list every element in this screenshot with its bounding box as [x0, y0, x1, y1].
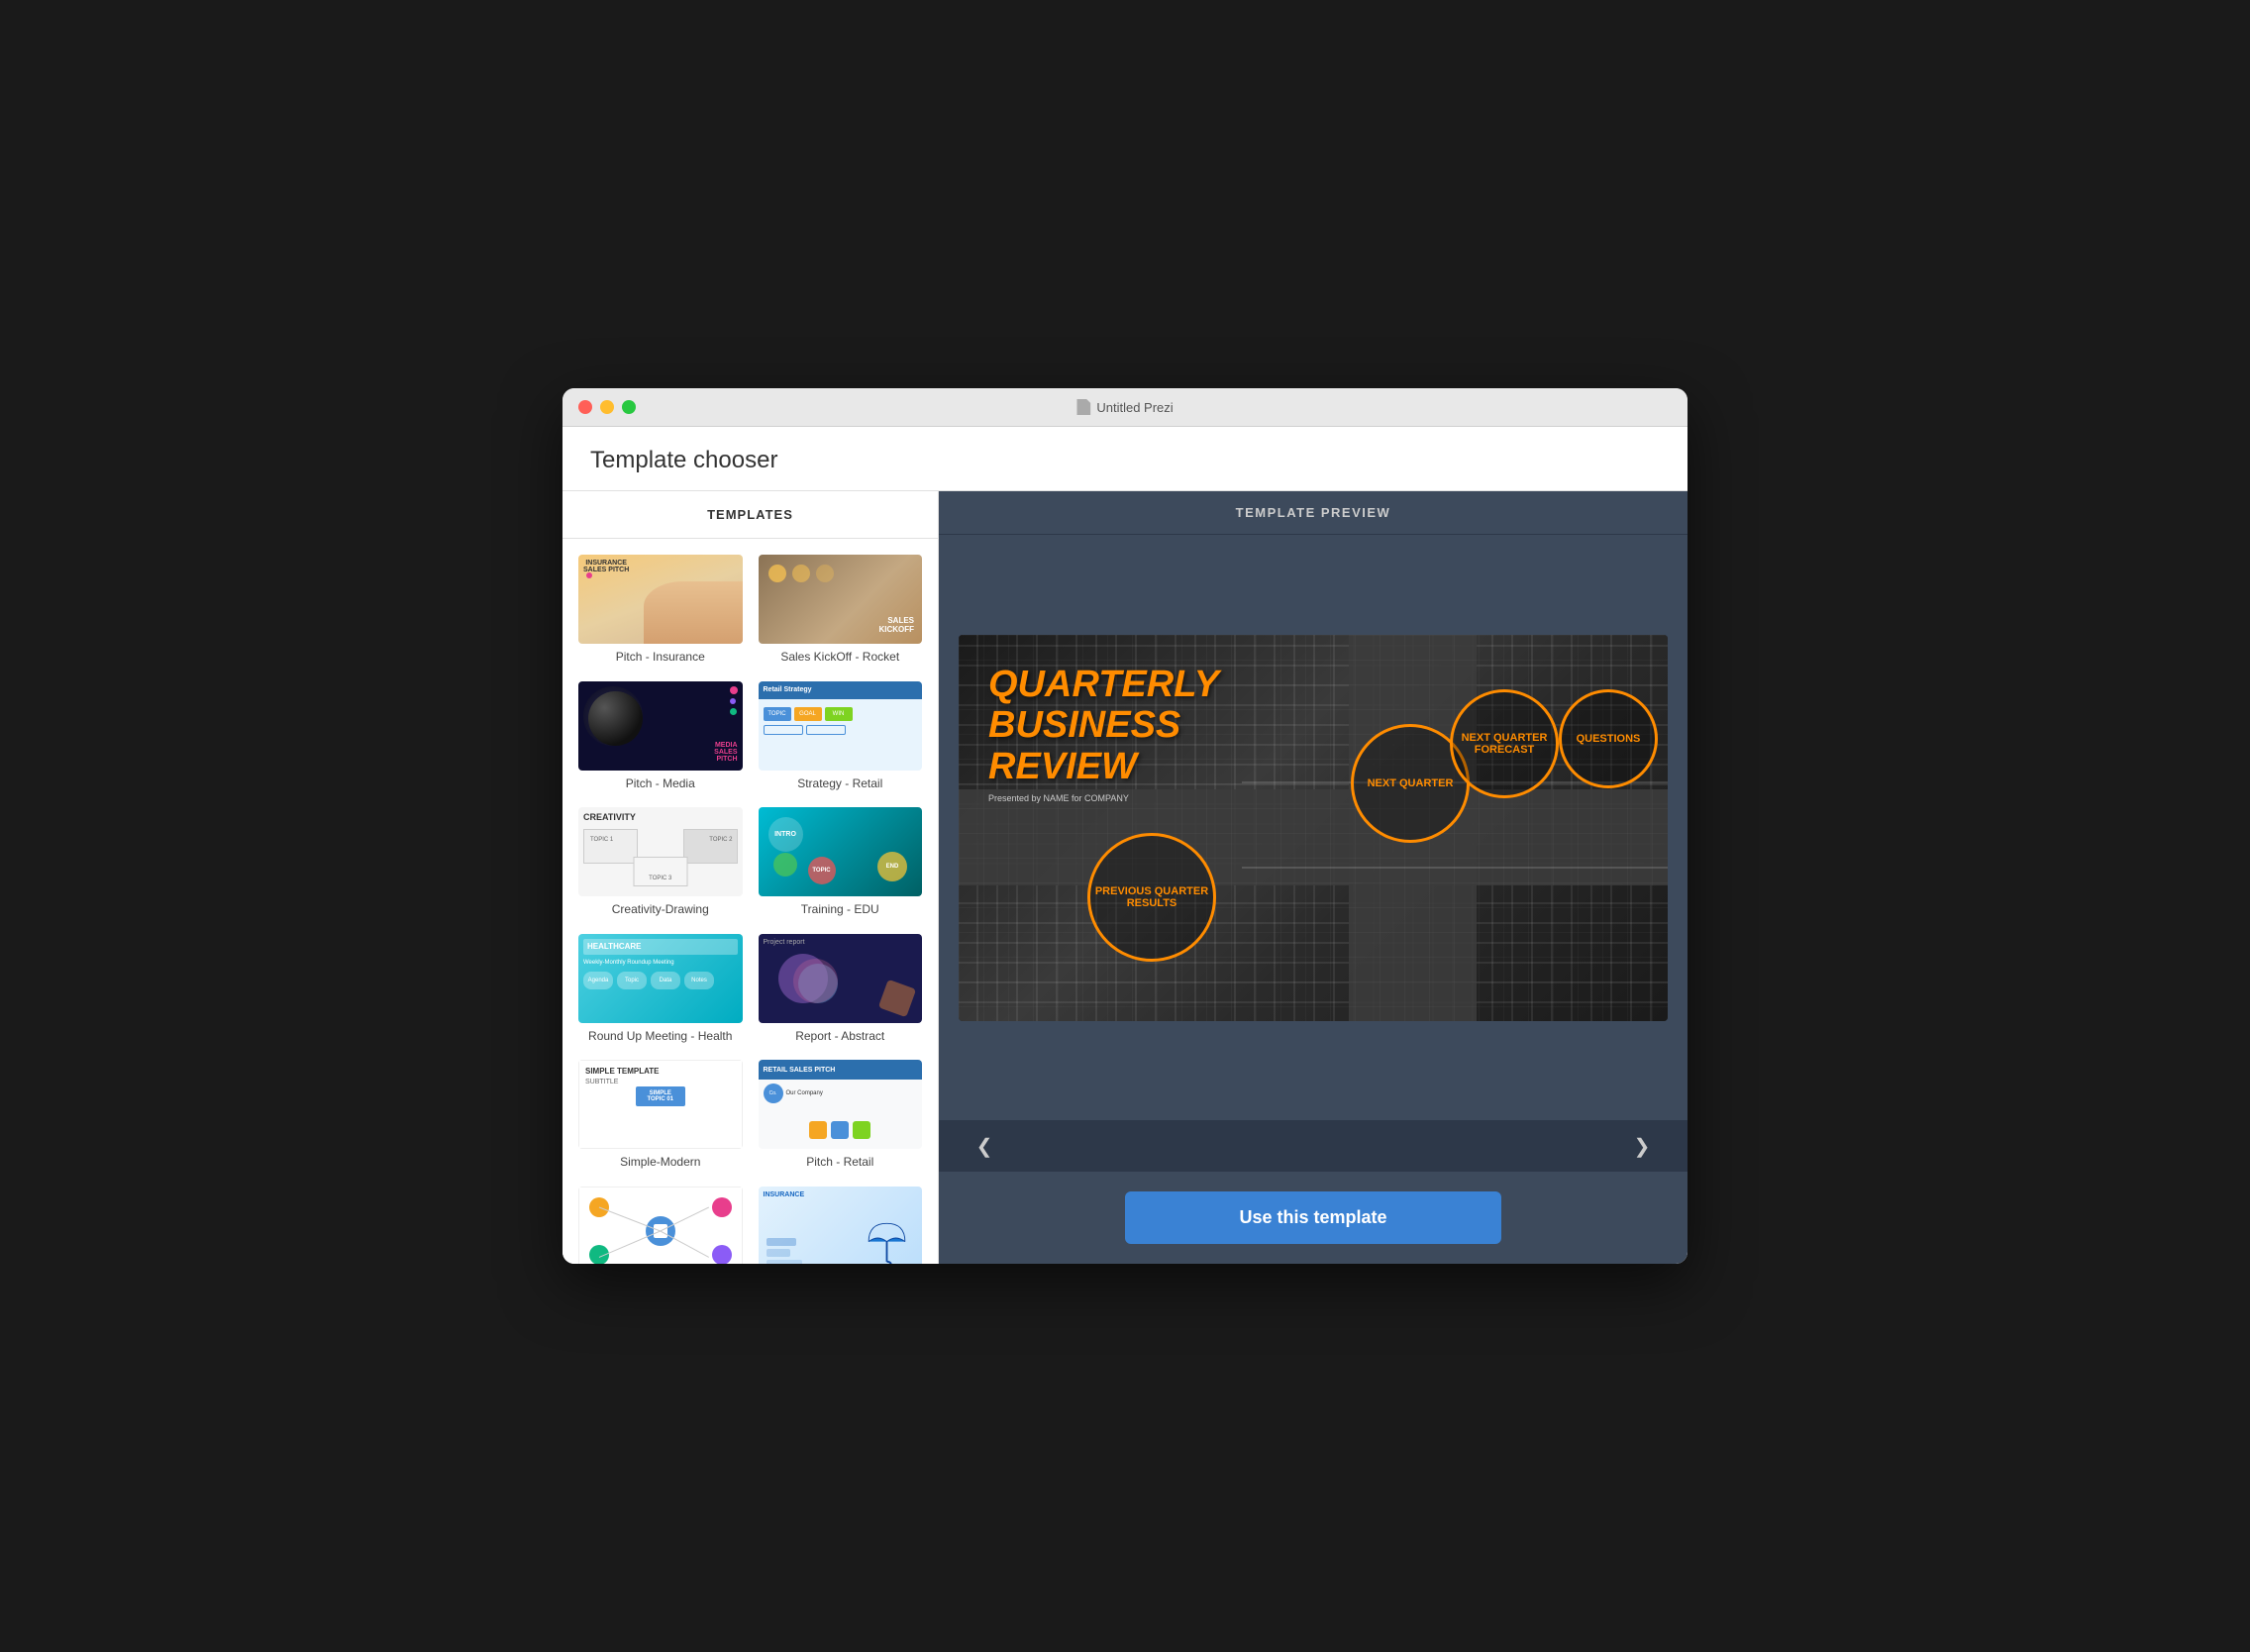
- window-title: Untitled Prezi: [1076, 399, 1173, 415]
- thumb-content: TOPIC GOAL WIN: [764, 703, 918, 735]
- template-label: Round Up Meeting - Health: [578, 1029, 743, 1045]
- template-thumb-simple-modern: SIMPLE TEMPLATE SUBTITLE SIMPLETOPIC 01: [578, 1060, 743, 1149]
- next-slide-button[interactable]: ❯: [1626, 1130, 1658, 1162]
- template-thumb-around-topic: [578, 1187, 743, 1264]
- template-label: Creativity-Drawing: [578, 902, 743, 918]
- template-thumb-pitch-media: MEDIASALESPITCH: [578, 681, 743, 771]
- template-thumb-exec-brief: INSURANCE: [759, 1187, 923, 1264]
- app-window: Untitled Prezi Template chooser TEMPLATE…: [562, 388, 1688, 1264]
- preview-slide: QUARTERLY BUSINESS REVIEW Presented by N…: [959, 635, 1668, 1021]
- page-title: Template chooser: [590, 447, 1660, 474]
- template-thumb-strategy-retail: Retail Strategy TOPIC GOAL WIN: [759, 681, 923, 771]
- thumb-badge: SALESKICKOFF: [878, 616, 914, 634]
- template-item-pitch-insurance[interactable]: INSURANCESALES PITCH Pitch - Insurance: [578, 555, 743, 666]
- template-thumb-sales-kickoff: SALESKICKOFF: [759, 555, 923, 644]
- preview-panel: TEMPLATE PREVIEW: [939, 491, 1688, 1264]
- templates-panel-header: TEMPLATES: [562, 491, 938, 539]
- templates-panel: TEMPLATES INSURANCESALES PITCH: [562, 491, 939, 1264]
- circle-questions: QUESTIONS: [1559, 689, 1658, 788]
- use-template-button[interactable]: Use this template: [1125, 1191, 1501, 1244]
- thumb-header: Retail Strategy: [759, 681, 923, 699]
- template-label: Pitch - Retail: [759, 1155, 923, 1171]
- template-thumb-creativity-drawing: CREATIVITY TOPIC 1 TOPIC 2 TOPIC 3: [578, 807, 743, 896]
- thumb-label: INSURANCESALES PITCH: [583, 560, 629, 573]
- maximize-button[interactable]: [622, 400, 636, 414]
- thumb-label: MEDIASALESPITCH: [714, 742, 737, 763]
- template-thumb-training-edu: INTRO TOPIC END: [759, 807, 923, 896]
- template-item-creativity-drawing[interactable]: CREATIVITY TOPIC 1 TOPIC 2 TOPIC 3 Creat…: [578, 807, 743, 918]
- minimize-button[interactable]: [600, 400, 614, 414]
- template-thumb-pitch-retail: RETAIL SALES PITCH Co. Our Company: [759, 1060, 923, 1149]
- template-label: Simple-Modern: [578, 1155, 743, 1171]
- preview-panel-header: TEMPLATE PREVIEW: [939, 491, 1688, 535]
- template-item-exec-brief[interactable]: INSURANCE: [759, 1187, 923, 1264]
- template-label: Report - Abstract: [759, 1029, 923, 1045]
- slide-subtitle: Presented by NAME for COMPANY: [988, 793, 1129, 803]
- template-item-training-edu[interactable]: INTRO TOPIC END Training - EDU: [759, 807, 923, 918]
- template-label: Training - EDU: [759, 902, 923, 918]
- thumb-circles: [768, 565, 834, 582]
- template-item-pitch-media[interactable]: MEDIASALESPITCH Pitch - Media: [578, 681, 743, 792]
- main-layout: TEMPLATES INSURANCESALES PITCH: [562, 491, 1688, 1264]
- traffic-lights: [578, 400, 636, 414]
- template-item-roundup-health[interactable]: HEALTHCARE Weekly-Monthly Roundup Meetin…: [578, 934, 743, 1045]
- slide-background: QUARTERLY BUSINESS REVIEW Presented by N…: [959, 635, 1668, 1021]
- template-item-simple-modern[interactable]: SIMPLE TEMPLATE SUBTITLE SIMPLETOPIC 01 …: [578, 1060, 743, 1171]
- template-item-report-abstract[interactable]: Project report Report - Abstract: [759, 934, 923, 1045]
- template-item-pitch-retail[interactable]: RETAIL SALES PITCH Co. Our Company: [759, 1060, 923, 1171]
- slide-title: QUARTERLY BUSINESS REVIEW: [988, 665, 1219, 788]
- nav-controls: ❮ ❯: [939, 1120, 1688, 1172]
- template-item-strategy-retail[interactable]: Retail Strategy TOPIC GOAL WIN: [759, 681, 923, 792]
- template-label: Pitch - Insurance: [578, 650, 743, 666]
- titlebar: Untitled Prezi: [562, 388, 1688, 427]
- template-item-around-topic[interactable]: Around a Topic: [578, 1187, 743, 1264]
- template-label: Strategy - Retail: [759, 776, 923, 792]
- preview-image-area: QUARTERLY BUSINESS REVIEW Presented by N…: [939, 535, 1688, 1120]
- thumb-graphic: [644, 581, 742, 644]
- use-template-area: Use this template: [939, 1172, 1688, 1264]
- templates-grid: INSURANCESALES PITCH Pitch - Insurance: [562, 539, 938, 1264]
- template-item-sales-kickoff[interactable]: SALESKICKOFF Sales KickOff - Rocket: [759, 555, 923, 666]
- template-thumb-roundup-health: HEALTHCARE Weekly-Monthly Roundup Meetin…: [578, 934, 743, 1023]
- template-label: Pitch - Media: [578, 776, 743, 792]
- template-thumb-report-abstract: Project report: [759, 934, 923, 1023]
- prev-slide-button[interactable]: ❮: [969, 1130, 1000, 1162]
- document-icon: [1076, 399, 1090, 415]
- circle-forecast: NEXT QUARTER FORECAST: [1450, 689, 1559, 798]
- app-content: Template chooser TEMPLATES INSURANCESALE…: [562, 427, 1688, 1264]
- template-thumb-pitch-insurance: INSURANCESALES PITCH: [578, 555, 743, 644]
- template-label: Sales KickOff - Rocket: [759, 650, 923, 666]
- close-button[interactable]: [578, 400, 592, 414]
- app-header: Template chooser: [562, 427, 1688, 491]
- circle-prev-quarter: PREVIOUS QUARTER RESULTS: [1087, 833, 1216, 962]
